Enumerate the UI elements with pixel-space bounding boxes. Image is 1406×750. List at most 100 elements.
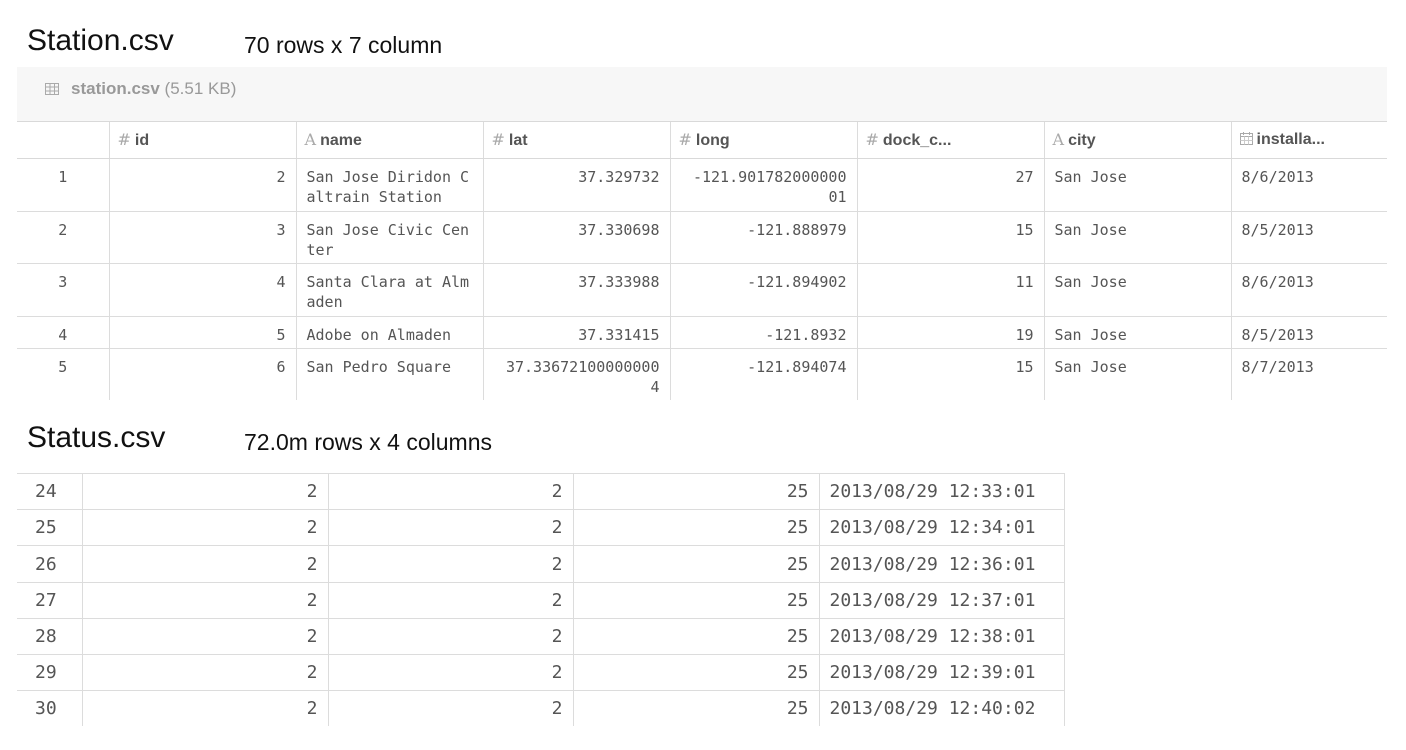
table-row: 30 2 2 25 2013/08/29 12:40:02 — [17, 690, 1065, 726]
cell-installation-date: 8/5/2013 — [1230, 316, 1387, 349]
row-number: 29 — [17, 654, 82, 691]
row-number: 5 — [58, 358, 68, 376]
file-name-label: station.csv (5.51 KB) — [71, 79, 236, 99]
column-header-installation-date[interactable]: installa... — [1230, 121, 1387, 159]
cell-value: 2 — [81, 618, 328, 655]
cell-value: 25 — [572, 509, 819, 546]
cell-id: 6 — [108, 348, 296, 400]
cell-value: 2 — [327, 618, 573, 655]
cell-dock-count: 11 — [856, 263, 1044, 317]
cell-time: 2013/08/29 12:37:01 — [818, 582, 1065, 619]
cell-long: -121.894074 — [669, 348, 857, 400]
cell-id: 4 — [108, 263, 296, 317]
cell-long: -121.901782000000 01 — [669, 158, 857, 212]
column-label: name — [320, 132, 362, 149]
column-header-lat[interactable]: # lat — [482, 121, 670, 159]
cell-city: San Jose — [1043, 316, 1231, 349]
station-section-title: Station.csv — [27, 24, 174, 57]
table-row: 27 2 2 25 2013/08/29 12:37:01 — [17, 582, 1065, 619]
row-number: 4 — [17, 316, 109, 349]
cell-name: San Jose Civic Center — [295, 211, 483, 264]
column-header-dock-count[interactable]: # dock_c... — [856, 121, 1044, 159]
cell-value: 2 — [327, 509, 573, 546]
column-header-name[interactable]: Aname — [295, 121, 483, 159]
cell-dock-count: 19 — [856, 316, 1044, 349]
column-label: long — [695, 132, 730, 149]
cell-lat: 37.330698 — [482, 211, 670, 264]
row-number-header — [17, 121, 109, 159]
column-header-long[interactable]: # long — [669, 121, 857, 159]
cell-time: 2013/08/29 12:39:01 — [818, 654, 1065, 691]
cell-time: 2013/08/29 12:33:01 — [818, 473, 1065, 510]
cell-lat: 37.333988 — [482, 263, 670, 317]
cell-name: San Jose Diridon Caltrain Station — [295, 158, 483, 212]
cell-id: 2 — [108, 158, 296, 212]
status-table: 24 2 2 25 2013/08/29 12:33:01 25 2 2 25 … — [17, 473, 1065, 726]
cell-installation-date: 8/6/2013 — [1230, 158, 1387, 212]
table-row: 29 2 2 25 2013/08/29 12:39:01 — [17, 654, 1065, 691]
cell-dock-count: 27 — [856, 158, 1044, 212]
table-row: 1 2 San Jose Diridon Caltrain Station 37… — [17, 158, 1387, 212]
table-row: 28 2 2 25 2013/08/29 12:38:01 — [17, 618, 1065, 655]
calendar-icon — [1239, 132, 1253, 145]
string-type-icon: A — [1052, 130, 1065, 149]
column-header-city[interactable]: Acity — [1043, 121, 1231, 159]
column-label: city — [1068, 132, 1096, 149]
row-number: 3 — [17, 263, 109, 317]
table-row: 4 5 Adobe on Almaden 37.331415 -121.8932… — [17, 316, 1387, 349]
row-number: 28 — [17, 618, 82, 655]
cell-value: 25 — [572, 690, 819, 726]
cell-long: -121.894902 — [669, 263, 857, 317]
table-row: 2 3 San Jose Civic Center 37.330698 -121… — [17, 211, 1387, 264]
numeric-type-icon: # — [865, 130, 879, 149]
cell-value: 2 — [81, 654, 328, 691]
table-row: 3 4 Santa Clara at Almaden 37.333988 -12… — [17, 263, 1387, 317]
cell-dock-count: 15 — [856, 211, 1044, 264]
table-row: 5 6 San Pedro Square 37.33672100000000 4… — [17, 348, 1387, 400]
cell-time: 2013/08/29 12:38:01 — [818, 618, 1065, 655]
cell-value: 25 — [572, 654, 819, 691]
row-number: 26 — [17, 545, 82, 583]
status-section-meta: 72.0m rows x 4 columns — [244, 429, 492, 455]
cell-value: 25 — [572, 618, 819, 655]
cell-city: San Jose — [1043, 158, 1231, 212]
cell-lat: 37.33672100000000 4 — [482, 348, 670, 400]
cell-value: 2 — [327, 582, 573, 619]
file-size: (5.51 KB) — [164, 79, 237, 98]
cell-value: 2 — [81, 509, 328, 546]
cell-installation-date: 8/5/2013 — [1230, 211, 1387, 264]
cell-city: San Jose — [1043, 211, 1231, 264]
row-number: 27 — [17, 582, 82, 619]
column-header-id[interactable]: # id — [108, 121, 296, 159]
cell-value: 2 — [81, 582, 328, 619]
row-number: 30 — [35, 698, 57, 719]
row-number: 1 — [17, 158, 109, 212]
cell-id: 5 — [108, 316, 296, 349]
cell-value: 2 — [327, 654, 573, 691]
cell-value: 2 — [81, 545, 328, 583]
cell-value: 2 — [327, 690, 573, 726]
cell-installation-date: 8/6/2013 — [1230, 263, 1387, 317]
cell-long: -121.888979 — [669, 211, 857, 264]
table-row: 25 2 2 25 2013/08/29 12:34:01 — [17, 509, 1065, 546]
cell-lat: 37.329732 — [482, 158, 670, 212]
cell-installation-date: 8/7/2013 — [1230, 348, 1387, 400]
numeric-type-icon: # — [678, 130, 692, 149]
cell-city: San Jose — [1043, 348, 1231, 400]
cell-name: Adobe on Almaden — [295, 316, 483, 349]
cell-value: 25 — [572, 545, 819, 583]
column-label: installa... — [1256, 131, 1325, 148]
cell-name: Santa Clara at Almaden — [295, 263, 483, 317]
cell-value: 2 — [81, 473, 328, 510]
numeric-type-icon: # — [491, 130, 505, 149]
station-section-meta: 70 rows x 7 column — [244, 32, 443, 58]
cell-value: 2 — [327, 473, 573, 510]
cell-value: 25 — [572, 473, 819, 510]
cell-long: -121.8932 — [669, 316, 857, 349]
cell-id: 3 — [108, 211, 296, 264]
cell-dock-count: 15 — [856, 348, 1044, 400]
cell-name: San Pedro Square — [295, 348, 483, 400]
column-label: dock_c... — [882, 132, 952, 149]
cell-value: 2 — [327, 545, 573, 583]
row-number: 2 — [17, 211, 109, 264]
